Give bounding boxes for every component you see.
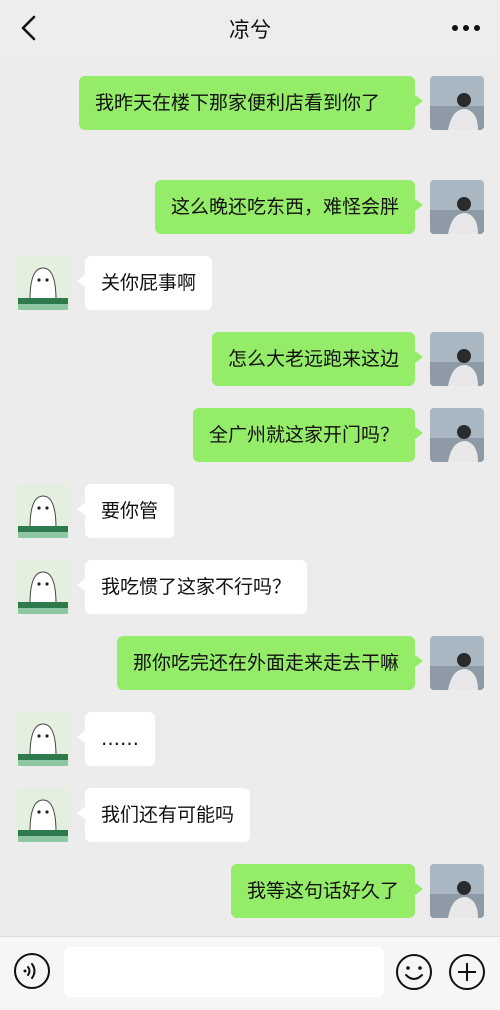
message-bubble[interactable]: 我等这句话好久了 [230, 864, 424, 918]
my-avatar[interactable] [430, 332, 484, 386]
message-text: 全广州就这家开门吗？ [208, 424, 399, 446]
message-text: 这么晚还吃东西，难怪会胖 [170, 196, 399, 218]
ghost-avatar-icon [16, 788, 70, 842]
message-bubble[interactable]: 我吃惯了这家不行吗？ [76, 560, 308, 614]
avatar-image [430, 636, 484, 690]
input-bar [0, 936, 500, 1010]
contact-avatar[interactable] [16, 560, 70, 614]
message-bubble[interactable]: 我们还有可能吗 [76, 788, 251, 842]
message-bubble[interactable]: 这么晚还吃东西，难怪会胖 [154, 180, 424, 234]
more-button[interactable] [450, 14, 482, 42]
ghost-avatar-icon [16, 256, 70, 310]
message-bubble[interactable]: 要你管 [76, 484, 175, 538]
message-text: 怎么大老远跑来这边 [227, 348, 399, 370]
my-avatar[interactable] [430, 408, 484, 462]
avatar-image [430, 864, 484, 918]
message-bubble[interactable]: 那你吃完还在外面走来走去干嘛 [116, 636, 424, 690]
emoji-button[interactable] [394, 952, 434, 992]
message-bubble[interactable]: 关你屁事啊 [76, 256, 213, 310]
ghost-avatar-icon [16, 560, 70, 614]
message-text: 那你吃完还在外面走来走去干嘛 [132, 652, 399, 674]
message-bubble[interactable]: 怎么大老远跑来这边 [211, 332, 424, 386]
my-avatar[interactable] [430, 864, 484, 918]
avatar-image [430, 180, 484, 234]
message-bubble[interactable]: 我昨天在楼下那家便利店看到你了 [79, 76, 423, 130]
avatar-image [430, 76, 484, 130]
my-avatar[interactable] [430, 636, 484, 690]
message-bubble[interactable]: 全广州就这家开门吗？ [192, 408, 424, 462]
message-text: 我昨天在楼下那家便利店看到你了 [95, 92, 381, 114]
avatar-image [430, 332, 484, 386]
my-avatar[interactable] [430, 76, 484, 130]
contact-avatar[interactable] [16, 256, 70, 310]
more-dots-icon [452, 25, 480, 31]
message-input[interactable] [64, 947, 384, 997]
ghost-avatar-icon [16, 712, 70, 766]
chevron-left-icon [21, 15, 36, 41]
chat-header: 凉兮 [0, 0, 500, 58]
plus-icon [449, 954, 485, 990]
contact-avatar[interactable] [16, 712, 70, 766]
message-text: 我等这句话好久了 [246, 880, 399, 902]
message-bubble[interactable]: …… [77, 712, 155, 766]
voice-button[interactable] [13, 952, 51, 990]
avatar-image [430, 408, 484, 462]
message-text: 我们还有可能吗 [101, 804, 235, 826]
ghost-avatar-icon [16, 484, 70, 538]
emoji-icon [396, 954, 432, 990]
message-text: 要你管 [101, 500, 159, 522]
voice-icon [14, 953, 50, 989]
my-avatar[interactable] [430, 180, 484, 234]
message-text: 我吃惯了这家不行吗？ [101, 576, 292, 598]
chat-title: 凉兮 [229, 18, 271, 42]
contact-avatar[interactable] [16, 484, 70, 538]
more-functions-button[interactable] [447, 952, 487, 992]
message-text: 关你屁事啊 [101, 272, 197, 294]
message-text: …… [101, 728, 139, 750]
back-button[interactable] [14, 12, 44, 44]
contact-avatar[interactable] [16, 788, 70, 842]
